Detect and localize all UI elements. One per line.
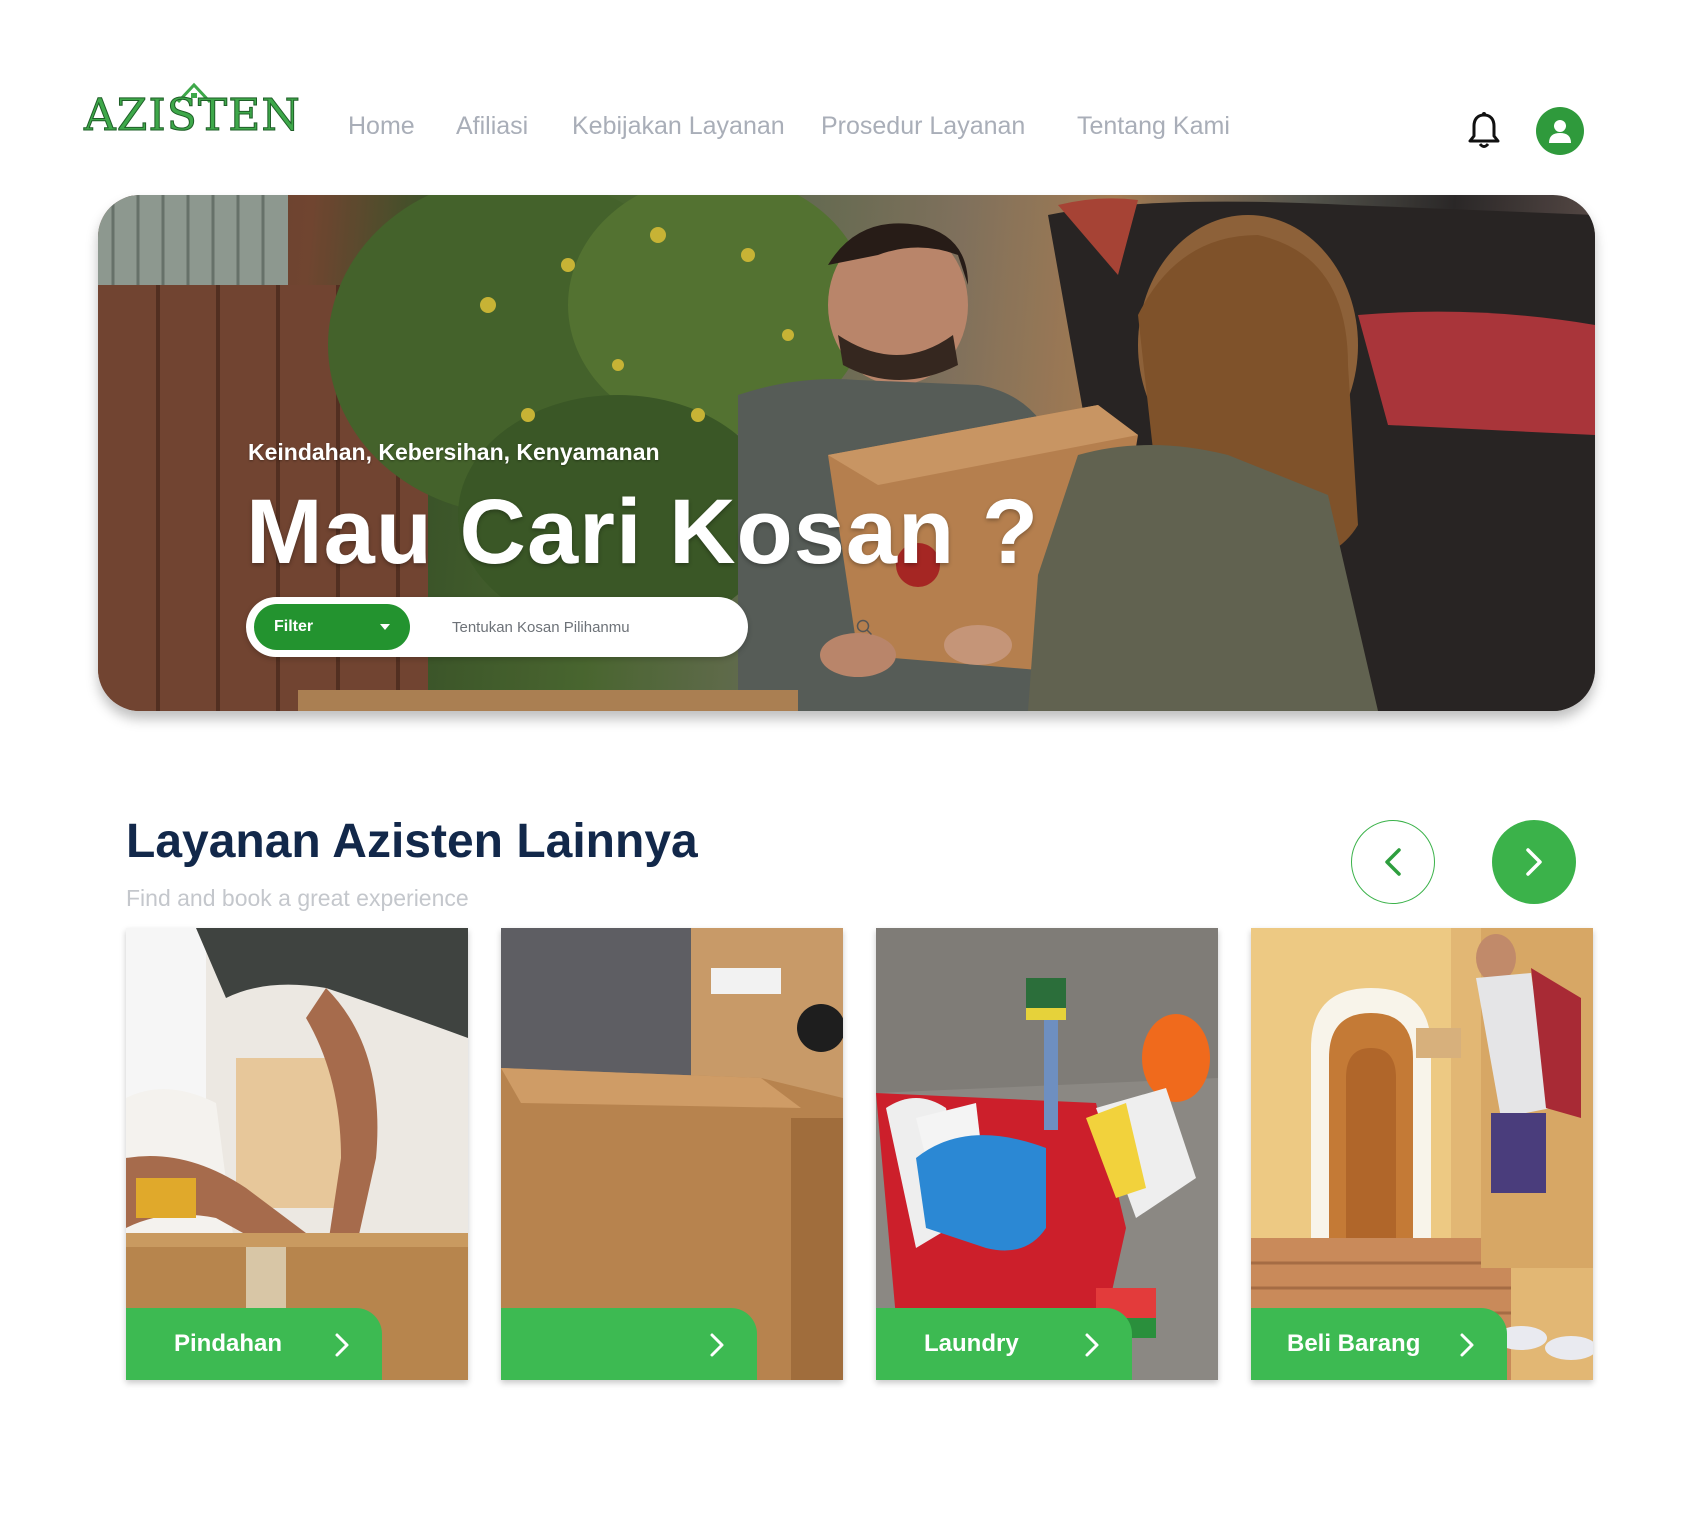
filter-label: Filter xyxy=(274,618,314,635)
hero-tagline: Keindahan, Kebersihan, Kenyamanan xyxy=(248,439,660,465)
hero-title: Mau Cari Kosan ? xyxy=(246,481,1040,583)
bell-icon xyxy=(1468,112,1500,148)
service-card-laundry[interactable]: Laundry xyxy=(876,928,1218,1380)
service-card-boxes[interactable] xyxy=(501,928,843,1380)
notification-button[interactable] xyxy=(1466,111,1502,151)
nav-item-prosedur-layanan[interactable]: Prosedur Layanan xyxy=(821,112,1025,141)
chevron-right-icon xyxy=(1085,1333,1099,1357)
carousel-next-button[interactable] xyxy=(1492,820,1576,904)
nav-item-afiliasi[interactable]: Afiliasi xyxy=(456,112,528,141)
user-icon xyxy=(1549,120,1571,143)
nav-item-kebijakan-layanan[interactable]: Kebijakan Layanan xyxy=(572,112,785,141)
chevron-right-icon xyxy=(1460,1333,1474,1357)
service-card-label: Laundry xyxy=(924,1330,1019,1357)
nav-item-home[interactable]: Home xyxy=(348,112,415,141)
nav-item-tentang-kami[interactable]: Tentang Kami xyxy=(1077,112,1230,141)
filter-dropdown[interactable]: Filter xyxy=(254,604,410,650)
search-icon[interactable] xyxy=(856,619,872,635)
service-card-label-bar: Pindahan xyxy=(126,1308,382,1380)
search-bar: Filter xyxy=(246,597,872,657)
service-card-pindahan[interactable]: Pindahan xyxy=(126,928,468,1380)
chevron-right-icon xyxy=(1526,848,1542,876)
section-subtitle: Find and book a great experience xyxy=(126,885,469,911)
chevron-left-icon xyxy=(1385,848,1401,876)
search-input[interactable] xyxy=(452,614,702,640)
caret-down-icon xyxy=(380,624,390,630)
profile-button[interactable] xyxy=(1536,107,1584,155)
service-card-label-bar xyxy=(501,1308,757,1380)
service-card-beli-barang[interactable]: Beli Barang xyxy=(1251,928,1593,1380)
chevron-right-icon xyxy=(335,1333,349,1357)
service-card-label: Beli Barang xyxy=(1287,1330,1421,1357)
brand-logo-text: AZISTEN xyxy=(84,90,301,141)
brand-logo[interactable]: AZISTEN xyxy=(84,82,324,142)
service-card-label-bar: Beli Barang xyxy=(1251,1308,1507,1380)
section-title: Layanan Azisten Lainnya xyxy=(126,815,698,868)
hero-banner: Keindahan, Kebersihan, Kenyamanan Mau Ca… xyxy=(98,195,1595,711)
chevron-right-icon xyxy=(710,1333,724,1357)
carousel-prev-button[interactable] xyxy=(1351,820,1435,904)
service-card-label-bar: Laundry xyxy=(876,1308,1132,1380)
service-card-label: Pindahan xyxy=(174,1330,283,1357)
